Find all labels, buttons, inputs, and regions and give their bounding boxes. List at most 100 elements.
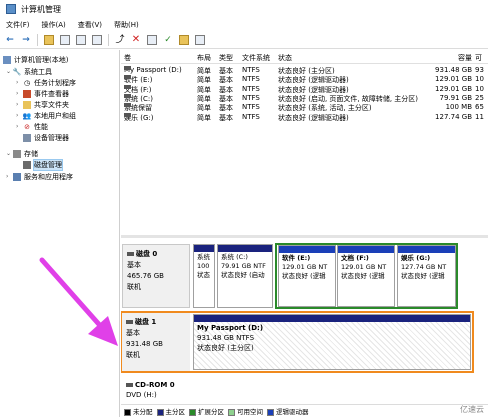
tree-performance[interactable]: › ⊘ 性能: [16, 121, 48, 132]
col-volume[interactable]: 卷: [124, 53, 194, 63]
collapse-icon[interactable]: ⌄: [6, 150, 13, 157]
legend-label: 逻辑驱动器: [276, 408, 309, 416]
disk1-label[interactable]: 磁盘 1 基本 931.48 GB 联机: [122, 313, 190, 371]
primary-partition-bar: [218, 245, 272, 252]
open-folder-icon[interactable]: [179, 35, 189, 45]
legend-swatch: [228, 408, 235, 416]
expand-icon[interactable]: ›: [16, 90, 23, 97]
volume-free: 10: [475, 84, 484, 93]
volume-name: 娱乐 (G:): [124, 112, 194, 123]
legend-extended: 扩展分区: [189, 406, 224, 416]
col-status[interactable]: 状态: [278, 53, 426, 63]
table-row[interactable]: 系统保留 简单 基本 NTFS 状态良好 (系统, 活动, 主分区) 100 MB 65: [121, 103, 488, 112]
expand-icon[interactable]: ›: [16, 123, 23, 130]
partition-status: 状态良好 (启动: [221, 271, 265, 279]
volume-filesystem: NTFS: [242, 84, 260, 93]
table-row[interactable]: 文档 (F:) 简单 基本 NTFS 状态良好 (逻辑驱动器) 129.01 GB 10: [121, 84, 488, 94]
show-hide-tree-icon[interactable]: [60, 35, 70, 45]
volume-capacity: 79.91 GB: [439, 93, 473, 102]
volume-filesystem: NTFS: [242, 112, 260, 121]
tree-storage[interactable]: ⌄ 存储: [6, 148, 38, 159]
volume-filesystem: NTFS: [242, 75, 260, 84]
partition-name: My Passport (D:): [197, 324, 264, 332]
cdrom-label[interactable]: CD-ROM 0 DVD (H:): [122, 378, 190, 402]
logical-drive-bar: [279, 246, 335, 253]
delete-icon[interactable]: ✕: [131, 35, 141, 45]
menu-help[interactable]: 帮助(H): [114, 20, 139, 30]
disk0-label[interactable]: 磁盘 0 基本 465.76 GB 联机: [122, 244, 190, 308]
table-row[interactable]: 系统 (C:) 简单 基本 NTFS 状态良好 (启动, 页面文件, 故障转储, 主分区…: [121, 93, 488, 103]
volume-list-header: 卷 布局 类型 文件系统 状态 容量 可: [121, 52, 488, 64]
col-type[interactable]: 类型: [219, 53, 241, 63]
clock-icon: ◷: [23, 78, 31, 87]
disk1-size: 931.48 GB: [126, 340, 163, 348]
logical-drive-bar: [398, 246, 455, 253]
up-folder-icon[interactable]: [44, 35, 54, 45]
volume-free: 65: [475, 103, 484, 112]
legend-primary: 主分区: [156, 406, 185, 416]
col-capacity[interactable]: 容量: [428, 53, 472, 63]
partition-d[interactable]: My Passport (D:) 931.48 GB NTFS 状态良好 (主分…: [193, 314, 471, 370]
partition-size: 129.01 GB NT: [341, 263, 387, 271]
check-icon[interactable]: ✓: [163, 35, 173, 45]
expand-icon[interactable]: ›: [6, 173, 13, 180]
menu-action[interactable]: 操作(A): [42, 20, 66, 30]
tree-shared-folders[interactable]: › 共享文件夹: [16, 99, 69, 110]
partition-status: 状态良好 (主分区): [197, 344, 254, 352]
partition-system-reserved[interactable]: 系统 100 状态: [193, 244, 215, 308]
connect-icon[interactable]: ⤴: [115, 35, 125, 45]
disk-graphical-view: 磁盘 0 基本 465.76 GB 联机 系统 100 状态 系统 (C:) 7…: [121, 238, 488, 402]
refresh-icon[interactable]: [147, 35, 157, 45]
volume-capacity: 129.01 GB: [435, 84, 472, 93]
partition-size: 100: [197, 262, 210, 270]
partition-g[interactable]: 娱乐 (G:) 127.74 GB NT 状态良好 (逻辑: [397, 245, 456, 307]
tree-system-tools[interactable]: ⌄ 🔧 系统工具: [6, 66, 52, 77]
settings-icon[interactable]: [195, 35, 205, 45]
partition-f[interactable]: 文档 (F:) 129.01 GB NT 状态良好 (逻辑: [337, 245, 395, 307]
col-filesystem[interactable]: 文件系统: [242, 53, 277, 63]
disk0-state: 联机: [127, 283, 141, 291]
cdrom-icon: [126, 383, 133, 387]
volume-icon: [124, 103, 131, 108]
legend-label: 扩展分区: [198, 408, 224, 416]
partition-size: 931.48 GB NTFS: [197, 334, 255, 342]
col-free[interactable]: 可: [475, 53, 488, 63]
table-row[interactable]: 娱乐 (G:) 简单 基本 NTFS 状态良好 (逻辑驱动器) 127.74 GB 11: [121, 112, 488, 123]
volume-type: 基本: [219, 113, 233, 122]
tree-root[interactable]: 计算机管理(本地): [3, 54, 68, 65]
volume-filesystem: NTFS: [242, 66, 260, 74]
col-layout[interactable]: 布局: [197, 53, 219, 63]
volume-capacity: 129.01 GB: [435, 75, 472, 84]
expand-icon[interactable]: ›: [16, 101, 23, 108]
primary-partition-bar: [194, 245, 214, 252]
disk0-type: 基本: [127, 261, 141, 269]
tree-task-scheduler[interactable]: › ◷ 任务计划程序: [16, 77, 76, 88]
menu-bar: 文件(F) 操作(A) 查看(V) 帮助(H): [0, 18, 488, 32]
tree-device-manager[interactable]: 设备管理器: [23, 132, 69, 143]
legend-free: 可用空间: [228, 406, 263, 416]
toolbar: ← → ⤴ ✕ ✓: [0, 32, 488, 49]
menu-file[interactable]: 文件(F): [6, 20, 30, 30]
legend-label: 未分配: [133, 408, 153, 416]
menu-view[interactable]: 查看(V): [78, 20, 102, 30]
event-icon: [23, 89, 31, 98]
tree-disk-management[interactable]: 磁盘管理: [23, 158, 63, 171]
tree-local-users[interactable]: › 👥 本地用户和组: [16, 110, 76, 121]
partition-size: 127.74 GB NT: [401, 263, 447, 271]
toolbar-separator: [108, 34, 109, 46]
back-arrow-icon[interactable]: ←: [5, 35, 15, 45]
table-row[interactable]: My Passport (D:) 简单 基本 NTFS 状态良好 (主分区) 931.48…: [121, 66, 488, 75]
volume-icon: [124, 112, 131, 117]
disk-icon: [127, 252, 134, 256]
help-icon[interactable]: [92, 35, 102, 45]
properties-icon[interactable]: [76, 35, 86, 45]
table-row[interactable]: 软件 (E:) 简单 基本 NTFS 状态良好 (逻辑驱动器) 129.01 GB 10: [121, 75, 488, 84]
computer-management-icon: [6, 4, 16, 14]
tree-event-viewer[interactable]: › 事件查看器: [16, 88, 69, 99]
expand-icon[interactable]: ›: [16, 79, 23, 86]
partition-status: 状态良好 (逻辑: [282, 272, 326, 280]
partition-c[interactable]: 系统 (C:) 79.91 GB NTF 状态良好 (启动: [217, 244, 273, 308]
forward-arrow-icon[interactable]: →: [21, 35, 31, 45]
partition-e[interactable]: 软件 (E:) 129.01 GB NT 状态良好 (逻辑: [278, 245, 336, 307]
tree-services[interactable]: › 服务和应用程序: [6, 171, 73, 182]
